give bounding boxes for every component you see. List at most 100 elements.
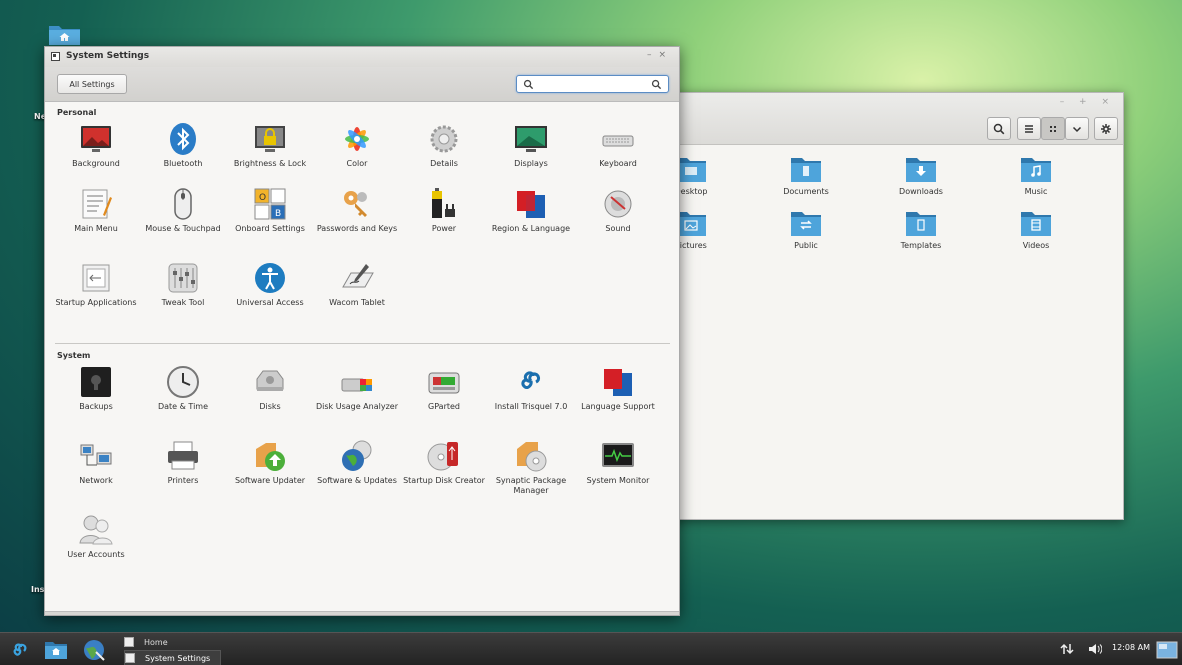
title-bar: System Settings –×	[45, 47, 679, 67]
settings-item-label: GParted	[428, 402, 460, 411]
settings-button[interactable]	[1094, 117, 1118, 140]
system-settings-window: System Settings –× All Settings Personal…	[44, 46, 680, 616]
settings-item-user-accounts[interactable]: User Accounts	[53, 513, 139, 560]
settings-item-install-trisquel[interactable]: Install Trisquel 7.0	[488, 365, 574, 412]
settings-item-software-updater[interactable]: Software Updater	[227, 439, 313, 486]
settings-item-color[interactable]: Color	[314, 122, 400, 169]
trisquel-menu-icon[interactable]	[8, 638, 32, 662]
system-section-title: System	[57, 351, 91, 360]
settings-item-label: Date & Time	[157, 402, 209, 411]
settings-item-universal-access[interactable]: Universal Access	[227, 261, 313, 308]
settings-item-label: Tweak Tool	[161, 298, 205, 307]
settings-item-software-updates[interactable]: Software & Updates	[314, 439, 400, 486]
settings-item-printers[interactable]: Printers	[140, 439, 226, 486]
network-arrows-icon[interactable]	[1060, 642, 1074, 656]
show-desktop-icon[interactable]	[1156, 641, 1178, 659]
system-monitor-icon	[602, 443, 634, 467]
globe-icon	[342, 440, 372, 471]
window-icon	[124, 637, 134, 647]
settings-item-keyboard[interactable]: Keyboard	[575, 122, 661, 169]
settings-item-region-language[interactable]: Region & Language	[488, 187, 574, 234]
settings-item-main-menu[interactable]: Main Menu	[53, 187, 139, 234]
browser-icon[interactable]	[82, 638, 106, 662]
settings-item-details[interactable]: Details	[401, 122, 487, 169]
search-icon[interactable]	[651, 79, 662, 90]
settings-item-wacom-tablet[interactable]: Wacom Tablet	[314, 261, 400, 308]
wacom-tablet-icon	[342, 264, 374, 288]
folder-item[interactable]: Templates	[881, 209, 961, 250]
file-manager-grid: Desktop Documents Downloads Music Pictur…	[641, 146, 1123, 519]
settings-item-backups[interactable]: Backups	[53, 365, 139, 412]
settings-item-sound[interactable]: Sound	[575, 187, 661, 234]
power-icon	[432, 188, 455, 218]
settings-item-bluetooth[interactable]: Bluetooth	[140, 122, 226, 169]
settings-item-date-time[interactable]: Date & Time	[140, 365, 226, 412]
grid-view-button[interactable]	[1041, 117, 1065, 140]
settings-item-disk-usage-analyzer[interactable]: Disk Usage Analyzer	[314, 365, 400, 412]
taskbar-task-active[interactable]: System Settings	[124, 650, 222, 665]
settings-item-system-monitor[interactable]: System Monitor	[575, 439, 661, 486]
folder-label: Templates	[900, 241, 942, 250]
window-controls[interactable]: –×	[647, 50, 673, 60]
onboard-icon: OB	[254, 188, 286, 220]
all-settings-button[interactable]: All Settings	[57, 74, 127, 94]
folder-label: Music	[1024, 187, 1048, 196]
settings-item-label: Disks	[259, 402, 281, 411]
settings-item-network[interactable]: Network	[53, 439, 139, 486]
settings-item-background[interactable]: Background	[53, 122, 139, 169]
gparted-icon	[428, 372, 460, 394]
settings-item-startup-applications[interactable]: Startup Applications	[53, 261, 139, 308]
startup-applications-icon	[82, 264, 110, 292]
settings-item-gparted[interactable]: GParted	[401, 365, 487, 412]
settings-item-label: User Accounts	[67, 550, 125, 559]
settings-item-label: Startup Applications	[55, 298, 137, 307]
settings-item-label: Details	[430, 159, 458, 168]
list-view-icon	[1025, 124, 1033, 133]
settings-item-tweak-tool[interactable]: Tweak Tool	[140, 261, 226, 308]
folder-item[interactable]: Videos	[996, 209, 1076, 250]
list-view-button[interactable]	[1017, 117, 1041, 140]
search-input[interactable]	[537, 77, 647, 91]
settings-item-label: Printers	[167, 476, 199, 485]
settings-toolbar: All Settings	[45, 67, 679, 102]
settings-item-language-support[interactable]: Language Support	[575, 365, 661, 412]
mouse-icon	[174, 188, 192, 220]
folder-item[interactable]: Documents	[766, 155, 846, 196]
settings-item-passwords-keys[interactable]: Passwords and Keys	[314, 187, 400, 234]
settings-item-label: Power	[431, 224, 457, 233]
folder-item[interactable]: Music	[996, 155, 1076, 196]
accessibility-icon	[255, 263, 285, 293]
search-button[interactable]	[987, 117, 1011, 140]
folder-item[interactable]: Public	[766, 209, 846, 250]
settings-item-power[interactable]: Power	[401, 187, 487, 234]
settings-item-displays[interactable]: Displays	[488, 122, 574, 169]
bluetooth-icon	[170, 123, 196, 155]
settings-item-brightness-lock[interactable]: Brightness & Lock	[227, 122, 313, 169]
search-icon	[993, 123, 1005, 134]
settings-item-label: Software & Updates	[317, 476, 397, 485]
task-label: System Settings	[145, 653, 211, 663]
taskbar-task[interactable]: Home	[124, 634, 168, 650]
folder-label: Public	[794, 241, 818, 250]
desktop-home-icon[interactable]	[48, 22, 81, 46]
settings-item-startup-disk-creator[interactable]: Startup Disk Creator	[401, 439, 487, 486]
folder-item[interactable]: Downloads	[881, 155, 961, 196]
settings-item-synaptic[interactable]: Synaptic Package Manager	[488, 439, 574, 496]
templates-folder-icon	[906, 212, 936, 236]
settings-item-onboard[interactable]: OB Onboard Settings	[227, 187, 313, 234]
settings-item-label: System Monitor	[586, 476, 650, 485]
window-title: System Settings	[66, 51, 150, 61]
home-folder-icon[interactable]	[44, 638, 68, 662]
search-field[interactable]	[516, 75, 669, 93]
music-folder-icon	[1021, 158, 1051, 182]
network-icon	[80, 444, 112, 466]
clock[interactable]: 12:08 AM	[1112, 643, 1150, 652]
section-divider	[55, 343, 670, 344]
view-options-button[interactable]	[1065, 117, 1089, 140]
settings-item-label: Background	[72, 159, 120, 168]
settings-item-mouse-touchpad[interactable]: Mouse & Touchpad	[140, 187, 226, 234]
volume-icon[interactable]	[1088, 642, 1102, 656]
window-controls[interactable]: – + ×	[1060, 97, 1115, 107]
background-icon	[81, 126, 111, 152]
settings-item-disks[interactable]: Disks	[227, 365, 313, 412]
